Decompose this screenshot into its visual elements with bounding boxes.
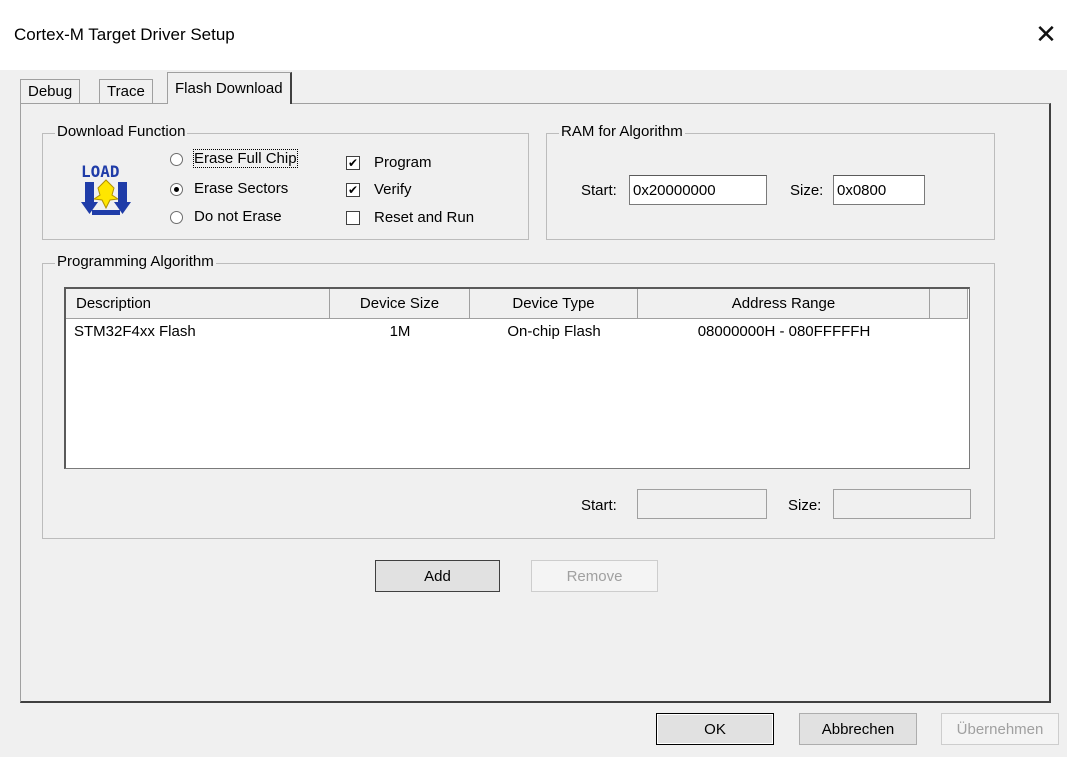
algo-start-label: Start: <box>581 497 617 514</box>
erase-sectors-label: Erase Sectors <box>194 180 289 197</box>
cancel-button[interactable]: Abbrechen <box>799 713 917 745</box>
radio-dot <box>170 211 183 224</box>
programming-algorithm-legend: Programming Algorithm <box>55 253 216 270</box>
radio-dot-selected <box>170 183 183 196</box>
tab-debug[interactable]: Debug <box>20 79 81 104</box>
column-header-device-type[interactable]: Device Type <box>470 289 638 319</box>
reset-and-run-label: Reset and Run <box>374 209 475 226</box>
tab-trace[interactable]: Trace <box>99 79 153 104</box>
algo-start-input[interactable] <box>637 489 767 519</box>
verify-label: Verify <box>374 181 412 198</box>
column-header-description[interactable]: Description <box>66 289 330 319</box>
cell-device-type: On-chip Flash <box>507 323 601 340</box>
download-function-legend: Download Function <box>55 123 188 140</box>
title-bar[interactable]: Cortex-M Target Driver Setup ✕ <box>0 0 1067 70</box>
dialog-window: Cortex-M Target Driver Setup ✕ Debug Tra… <box>0 0 1067 757</box>
column-header-address-range[interactable]: Address Range <box>638 289 930 319</box>
cell-device-size: 1M <box>389 323 411 340</box>
ram-start-input[interactable]: 0x20000000 <box>629 175 767 205</box>
check-mark-icon: ✔ <box>346 156 360 170</box>
close-icon[interactable]: ✕ <box>1026 14 1066 54</box>
column-header-device-size[interactable]: Device Size <box>330 289 470 319</box>
program-label: Program <box>374 154 432 171</box>
radio-dot <box>170 153 183 166</box>
ram-start-label: Start: <box>581 182 617 199</box>
load-icon-label: LOAD <box>81 162 120 181</box>
ram-size-input[interactable]: 0x0800 <box>833 175 925 205</box>
algo-size-input[interactable] <box>833 489 971 519</box>
apply-button[interactable]: Übernehmen <box>941 713 1059 745</box>
cell-description: STM32F4xx Flash <box>74 323 196 340</box>
load-icon: LOAD <box>81 162 131 215</box>
do-not-erase-label: Do not Erase <box>194 208 282 225</box>
ok-button[interactable]: OK <box>656 713 774 745</box>
remove-button[interactable]: Remove <box>531 560 658 592</box>
ram-for-algorithm-legend: RAM for Algorithm <box>559 123 685 140</box>
window-title: Cortex-M Target Driver Setup <box>14 25 235 44</box>
ram-size-label: Size: <box>790 182 824 199</box>
tab-flash-download[interactable]: Flash Download <box>167 72 292 104</box>
column-header-filler <box>930 289 968 319</box>
add-button[interactable]: Add <box>375 560 500 592</box>
cell-address-range: 08000000H - 080FFFFFH <box>697 323 871 340</box>
erase-full-chip-label: Erase Full Chip <box>193 149 298 168</box>
checkbox-empty <box>346 211 360 225</box>
algorithm-list[interactable]: Description Device Size Device Type Addr… <box>64 287 970 469</box>
check-mark-icon: ✔ <box>346 183 360 197</box>
algo-size-label: Size: <box>788 497 822 514</box>
